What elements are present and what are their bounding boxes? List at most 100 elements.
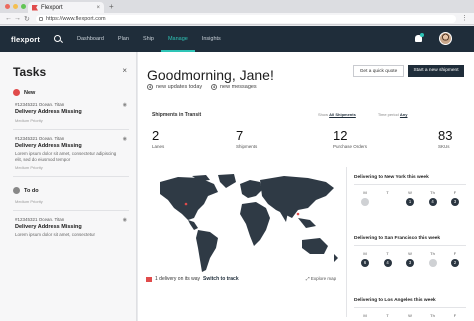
app-navbar: flexport Dashboard Plan Ship Manage Insi…: [0, 26, 474, 52]
address-bar[interactable]: https://www.flexport.com: [36, 15, 456, 23]
nav-insights[interactable]: Insights: [195, 26, 228, 52]
day-count: 6: [361, 259, 369, 267]
minimize-window-dot[interactable]: [13, 4, 18, 9]
column-divider: [346, 167, 347, 317]
eye-icon[interactable]: ◉: [123, 102, 127, 108]
nav-plan[interactable]: Plan: [111, 26, 136, 52]
address-bar-url: https://www.flexport.com: [46, 16, 106, 22]
day-label: T: [386, 313, 389, 318]
day-column[interactable]: M: [358, 313, 372, 318]
day-column[interactable]: W3: [403, 251, 417, 267]
browser-menu-icon[interactable]: ⋮: [461, 14, 468, 22]
day-column[interactable]: Th: [426, 251, 440, 267]
day-column[interactable]: T: [381, 190, 395, 206]
stat-skus[interactable]: 83 SKUs: [438, 128, 452, 149]
day-label: M: [363, 251, 367, 256]
close-tab-icon[interactable]: ×: [96, 5, 100, 11]
day-count: 4: [383, 259, 392, 267]
flexport-logo[interactable]: flexport: [11, 35, 40, 44]
eye-icon[interactable]: ◉: [123, 136, 127, 142]
forward-icon[interactable]: →: [14, 15, 21, 22]
day-count: 3: [406, 259, 414, 267]
day-column[interactable]: M6: [358, 251, 372, 267]
filter-time[interactable]: Time period Any: [378, 112, 408, 117]
delivery-notice-text: 1 delivery on its way: [155, 276, 201, 282]
task-title: Delivery Address Missing: [15, 224, 82, 230]
task-priority: Medium Priority: [15, 199, 43, 204]
nav-ship[interactable]: Ship: [136, 26, 161, 52]
greeting-heading: Goodmorning, Jane!: [147, 67, 274, 83]
task-id: #12345321 Ocean. Titan: [15, 217, 65, 222]
notification-bell-icon[interactable]: [414, 33, 424, 43]
search-icon[interactable]: [54, 35, 61, 42]
tasks-panel: Tasks × New #12345321 Ocean. Titan ◉ Del…: [0, 52, 137, 321]
updates-indicator[interactable]: 4 new updates today: [147, 84, 202, 90]
user-avatar[interactable]: [439, 32, 452, 45]
nav-dashboard[interactable]: Dashboard: [70, 26, 111, 52]
day-column[interactable]: F2: [448, 251, 462, 267]
day-column[interactable]: Th 4: [426, 190, 440, 206]
day-count: 4: [428, 198, 437, 206]
stat-value: 83: [438, 128, 453, 143]
messages-count: 4: [211, 84, 217, 90]
deliveries-los-angeles: Delivering to Los Angeles this week M T …: [354, 298, 466, 318]
stat-value: 2: [152, 128, 160, 143]
stat-label: Shipments: [236, 144, 258, 149]
expand-icon: ⤢: [306, 276, 310, 281]
day-count: 2: [451, 259, 459, 267]
stat-label: Lanes: [152, 144, 165, 149]
day-count: 1: [406, 198, 414, 206]
reload-icon[interactable]: ↻: [24, 15, 30, 23]
stat-value: 12: [333, 128, 348, 143]
shipment-marker[interactable]: [184, 202, 188, 206]
day-label: W: [408, 190, 412, 195]
day-column[interactable]: W: [403, 313, 417, 318]
explore-map-link[interactable]: ⤢ Explore map: [306, 276, 336, 281]
deliveries-days: M T W Th F: [354, 313, 466, 318]
quick-quote-button[interactable]: Get a quick quote: [353, 65, 404, 77]
close-window-dot[interactable]: [5, 4, 10, 9]
stat-lanes[interactable]: 2 Lanes: [152, 128, 164, 149]
close-tasks-icon[interactable]: ×: [122, 66, 127, 75]
filter-time-label: Time period: [377, 112, 399, 117]
maximize-window-dot[interactable]: [21, 4, 26, 9]
day-column[interactable]: F: [448, 313, 462, 318]
filter-show[interactable]: Show All Shipments: [318, 112, 356, 117]
world-map[interactable]: [148, 174, 344, 279]
day-column[interactable]: T: [381, 313, 395, 318]
updates-label: new updates today: [156, 84, 203, 90]
task-id: #12345321 Ocean. Titan: [15, 136, 65, 141]
browser-tab[interactable]: Flexport ×: [28, 2, 104, 13]
task-body: Lorem ipsum dolor sit amet, consectetur …: [15, 151, 117, 162]
section-new-label: New: [24, 89, 36, 96]
deliveries-heading: Delivering to San Francisco this week: [354, 236, 466, 246]
stat-shipments[interactable]: 7 Shipments: [236, 128, 257, 149]
day-column[interactable]: F3: [448, 190, 462, 206]
messages-indicator[interactable]: 4 new messages: [211, 84, 257, 90]
day-count: [428, 259, 437, 267]
stat-purchase-orders[interactable]: 12 Purchase Orders: [333, 128, 367, 149]
task-id: #12345321 Ocean. Titan: [15, 102, 65, 107]
shipment-marker[interactable]: [296, 212, 300, 216]
task-card[interactable]: Medium Priority: [13, 194, 129, 211]
day-label: F: [453, 313, 457, 318]
eye-icon[interactable]: ◉: [123, 217, 127, 223]
task-card[interactable]: #12345321 Ocean. Titan ◉ Delivery Addres…: [13, 211, 129, 244]
filter-time-value: Any: [399, 112, 408, 117]
task-card[interactable]: #12345321 Ocean. Titan ◉ Delivery Addres…: [13, 130, 129, 177]
day-column[interactable]: W1: [403, 190, 417, 206]
day-column[interactable]: Th: [426, 313, 440, 318]
nav-manage[interactable]: Manage: [160, 26, 195, 52]
back-icon[interactable]: ←: [5, 15, 12, 22]
switch-to-track-link[interactable]: Switch to track: [203, 276, 239, 282]
day-column[interactable]: M: [358, 190, 372, 206]
task-priority: Medium Priority: [15, 118, 43, 123]
day-column[interactable]: T4: [381, 251, 395, 267]
new-tab-button[interactable]: +: [109, 2, 114, 11]
task-card[interactable]: #12345321 Ocean. Titan ◉ Delivery Addres…: [13, 96, 129, 130]
todo-icon: [13, 187, 20, 194]
new-shipment-button[interactable]: Start a new shipment: [408, 65, 464, 77]
notification-badge: [420, 33, 424, 37]
day-label: Th: [430, 251, 435, 256]
deliveries-heading: Delivering to Los Angeles this week: [354, 298, 466, 308]
